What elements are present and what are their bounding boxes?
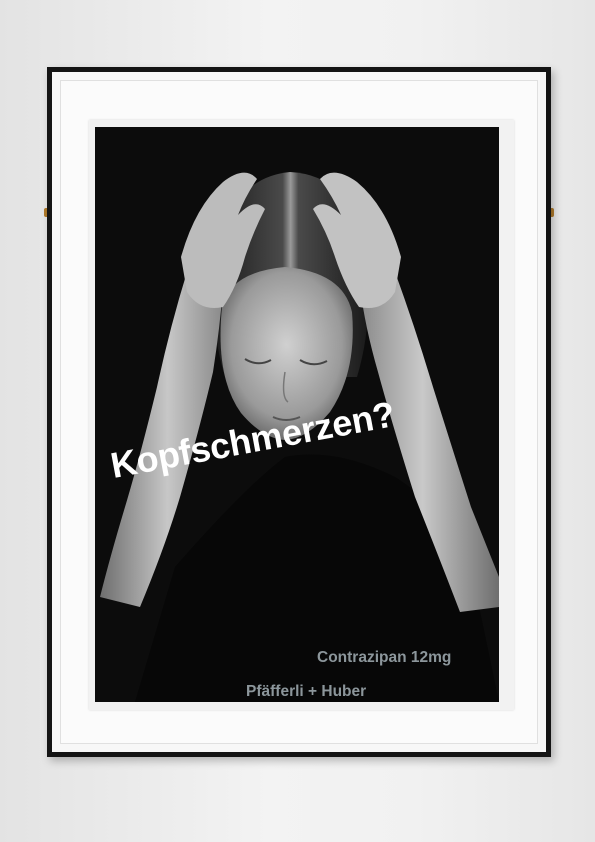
poster-fine-print: [480, 217, 484, 218]
picture-frame: Kopfschmerzen? Contrazipan 12mg Pfäfferl…: [47, 67, 551, 757]
product-name: Contrazipan 12mg: [317, 649, 452, 666]
brand-name: Pfäfferli + Huber: [246, 683, 367, 700]
wall-background: Kopfschmerzen? Contrazipan 12mg Pfäfferl…: [0, 0, 595, 842]
poster: Kopfschmerzen? Contrazipan 12mg Pfäfferl…: [95, 127, 499, 702]
